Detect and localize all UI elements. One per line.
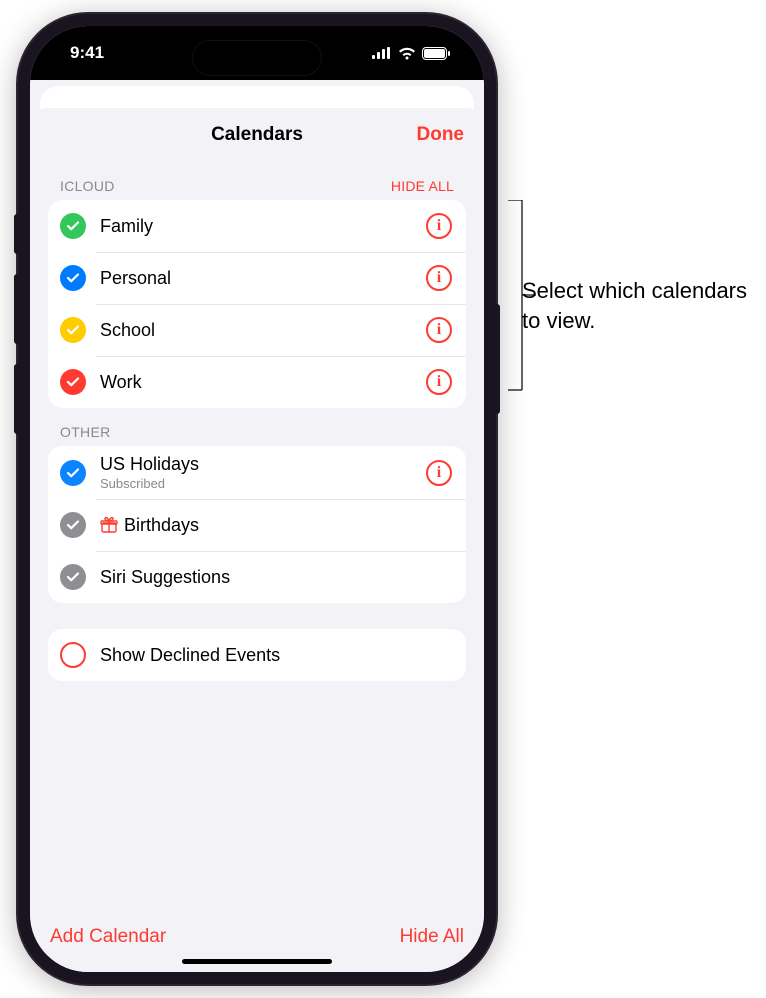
info-button[interactable]: i	[426, 265, 452, 291]
calendar-row-birthdays[interactable]: Birthdays	[48, 499, 466, 551]
calendar-name: Birthdays	[124, 515, 199, 536]
calendar-name: School	[100, 320, 426, 341]
calendar-row-siri-suggestions[interactable]: Siri Suggestions	[48, 551, 466, 603]
calendar-row-school[interactable]: School i	[48, 304, 466, 356]
radio-unchecked-icon	[60, 642, 86, 668]
calendar-name: Personal	[100, 268, 426, 289]
phone-frame: 9:41 Calendars Done ICLOUD HIDE ALL	[18, 14, 496, 984]
calendar-name: Family	[100, 216, 426, 237]
calendar-row-work[interactable]: Work i	[48, 356, 466, 408]
done-button[interactable]: Done	[417, 108, 465, 162]
info-button[interactable]: i	[426, 369, 452, 395]
calendar-name: Siri Suggestions	[100, 567, 452, 588]
checkmark-icon	[60, 369, 86, 395]
calendar-row-family[interactable]: Family i	[48, 200, 466, 252]
screen: 9:41 Calendars Done ICLOUD HIDE ALL	[30, 26, 484, 972]
status-bar: 9:41	[30, 26, 484, 80]
calendar-row-personal[interactable]: Personal i	[48, 252, 466, 304]
calendar-subtitle: Subscribed	[100, 476, 426, 491]
battery-icon	[422, 47, 450, 60]
calendars-sheet: Calendars Done ICLOUD HIDE ALL Family i	[30, 108, 484, 972]
dynamic-island	[192, 40, 322, 76]
side-button	[494, 304, 500, 414]
section-label: ICLOUD	[60, 178, 115, 194]
sheet-title: Calendars	[211, 124, 303, 146]
volume-down-button	[14, 364, 20, 434]
row-label: Show Declined Events	[100, 645, 452, 666]
section-label: OTHER	[60, 424, 111, 440]
declined-group: Show Declined Events	[48, 629, 466, 681]
status-indicators	[372, 47, 450, 60]
checkmark-icon	[60, 317, 86, 343]
hide-all-icloud-button[interactable]: HIDE ALL	[391, 178, 454, 194]
show-declined-row[interactable]: Show Declined Events	[48, 629, 466, 681]
home-indicator	[182, 959, 332, 964]
info-button[interactable]: i	[426, 213, 452, 239]
icloud-group: Family i Personal i Scho	[48, 200, 466, 408]
calendar-name: Work	[100, 372, 426, 393]
callout-text: Select which calendars to view.	[522, 276, 752, 335]
checkmark-icon	[60, 213, 86, 239]
info-button[interactable]: i	[426, 460, 452, 486]
sheet-content: ICLOUD HIDE ALL Family i	[30, 162, 484, 912]
section-header-icloud: ICLOUD HIDE ALL	[48, 162, 466, 200]
gift-icon	[100, 516, 118, 534]
status-time: 9:41	[70, 43, 104, 63]
wifi-icon	[398, 47, 416, 60]
calendar-row-us-holidays[interactable]: US Holidays Subscribed i	[48, 446, 466, 499]
ringer-switch	[14, 214, 20, 254]
checkmark-icon	[60, 265, 86, 291]
other-group: US Holidays Subscribed i Birthdays	[48, 446, 466, 603]
sheet-header: Calendars Done	[30, 108, 484, 162]
cellular-icon	[372, 47, 392, 59]
checkmark-icon	[60, 460, 86, 486]
callout: Select which calendars to view.	[508, 200, 538, 400]
info-button[interactable]: i	[426, 317, 452, 343]
add-calendar-button[interactable]: Add Calendar	[50, 926, 166, 948]
hide-all-button[interactable]: Hide All	[400, 926, 464, 948]
checkmark-icon	[60, 564, 86, 590]
section-header-other: OTHER	[48, 408, 466, 446]
volume-up-button	[14, 274, 20, 344]
checkmark-icon	[60, 512, 86, 538]
calendar-name: US Holidays	[100, 454, 426, 475]
